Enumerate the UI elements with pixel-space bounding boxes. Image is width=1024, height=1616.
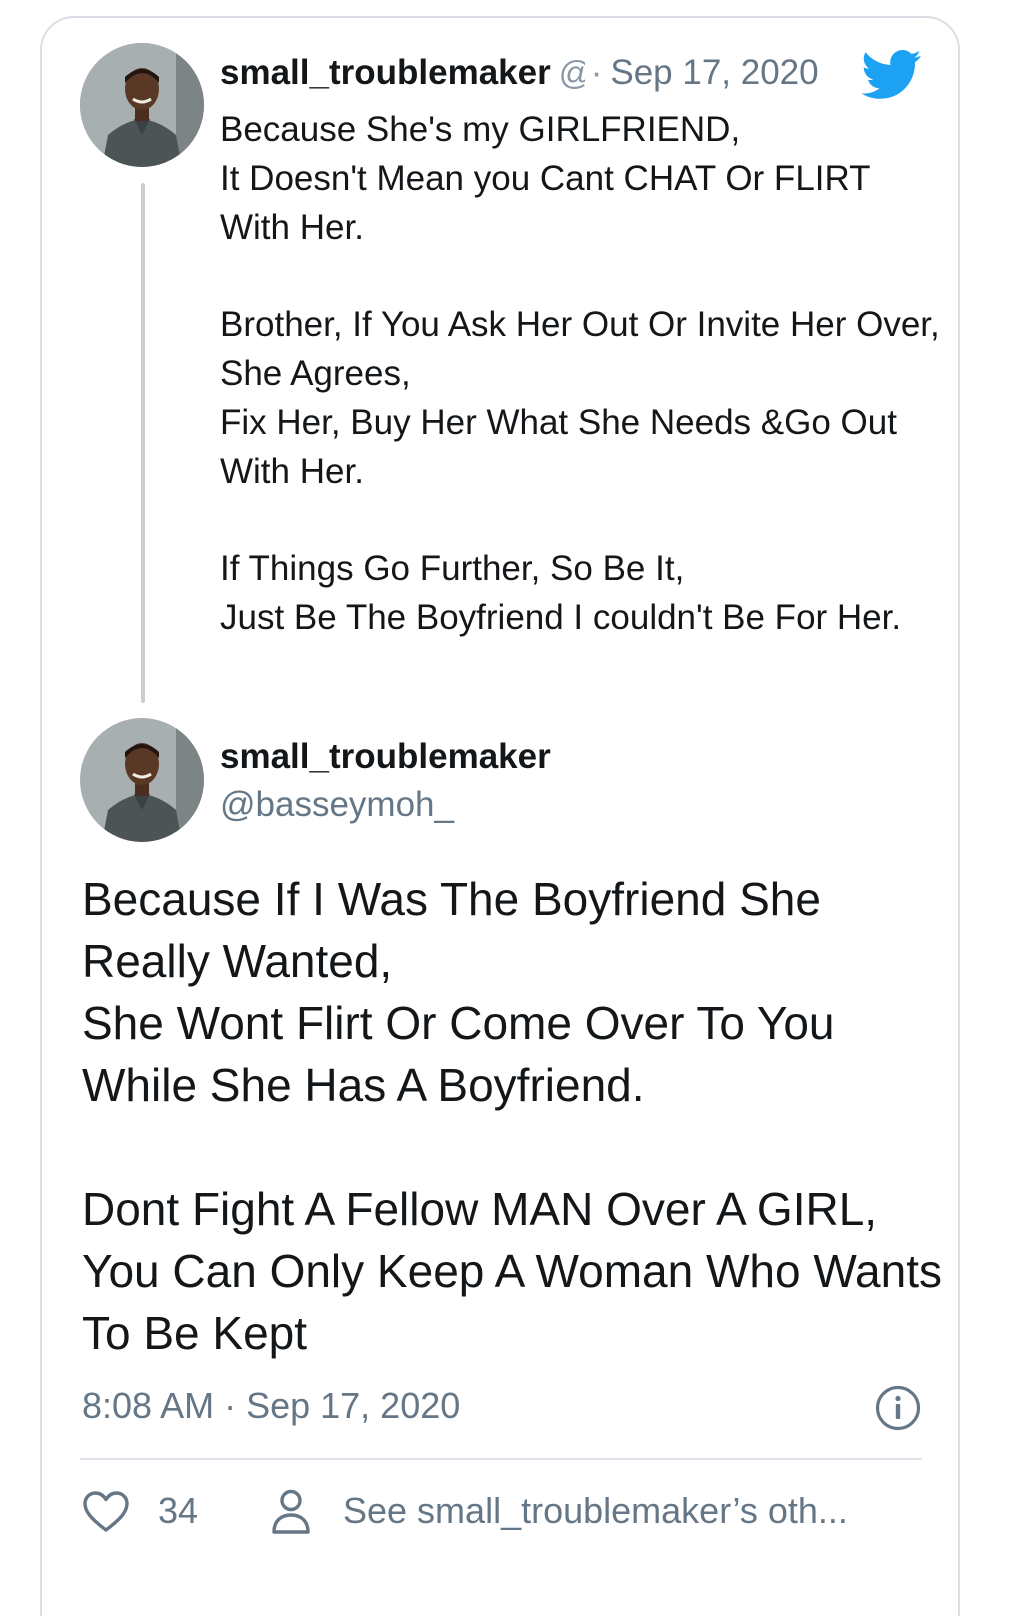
reply-tweet-body: Because She's my GIRLFRIEND, It Doesn't … xyxy=(220,106,940,643)
reply-paragraph: Brother, If You Ask Her Out Or Invite He… xyxy=(220,305,940,491)
divider xyxy=(80,1458,922,1460)
main-paragraph: Dont Fight A Fellow MAN Over A GIRL, You… xyxy=(82,1183,942,1359)
heart-icon[interactable] xyxy=(82,1490,130,1534)
reply-author-handle[interactable]: @ xyxy=(559,50,585,96)
thread-connector-line xyxy=(141,183,145,703)
reply-author-name[interactable]: small_troublemaker xyxy=(220,53,551,92)
main-author-name[interactable]: small_troublemaker xyxy=(220,734,551,780)
info-icon[interactable] xyxy=(874,1384,922,1432)
header-separator: · xyxy=(590,53,603,92)
see-other-tweets-link[interactable]: See small_troublemaker’s oth... xyxy=(343,1488,848,1534)
main-author-handle[interactable]: @basseymoh_ xyxy=(220,782,454,828)
main-tweet-body: Because If I Was The Boyfriend She Reall… xyxy=(82,868,942,1364)
tweet-timestamp[interactable]: 8:08 AM · Sep 17, 2020 xyxy=(82,1383,460,1429)
like-count[interactable]: 34 xyxy=(158,1488,198,1534)
reply-tweet-header: small_troublemaker@·Sep 17, 2020 xyxy=(220,50,860,100)
twitter-bird-icon[interactable] xyxy=(862,50,922,100)
main-paragraph: Because If I Was The Boyfriend She Reall… xyxy=(82,873,835,1111)
avatar[interactable] xyxy=(80,718,204,842)
reply-paragraph: Because She's my GIRLFRIEND, It Doesn't … xyxy=(220,110,870,247)
person-icon[interactable] xyxy=(270,1488,312,1536)
avatar[interactable] xyxy=(80,43,204,167)
reply-paragraph: If Things Go Further, So Be It, Just Be … xyxy=(220,549,902,637)
reply-tweet-date[interactable]: Sep 17, 2020 xyxy=(610,53,818,92)
